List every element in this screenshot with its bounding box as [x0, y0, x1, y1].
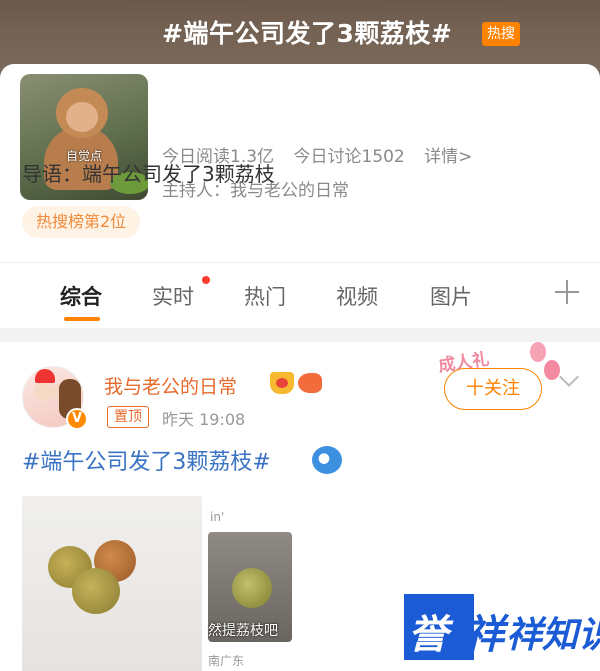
image-2-top-text: in' — [210, 510, 225, 524]
topic-intro: 导语：端午公司发了3颗荔枝 — [22, 162, 275, 186]
tab-video[interactable]: 视频 — [336, 281, 378, 311]
pinned-tag: 置顶 — [107, 406, 149, 428]
monkey-face-shape — [66, 102, 98, 132]
lychee-shape — [72, 568, 120, 614]
tab-hot[interactable]: 热门 — [244, 281, 286, 311]
post-time: 昨天 19:08 — [162, 410, 246, 429]
image-2-caption: 然提荔枝吧 — [208, 623, 278, 639]
fish-icon — [298, 373, 322, 393]
post-topic-link[interactable]: #端午公司发了3颗荔枝# — [22, 444, 271, 476]
post-location: 南广东 — [208, 654, 245, 668]
post-image-1[interactable] — [22, 496, 202, 671]
active-tab-indicator — [64, 317, 100, 321]
watermark-char-1: 誉 — [408, 612, 448, 658]
section-divider — [0, 328, 600, 342]
emoji-icon — [312, 446, 342, 474]
hot-badge: 热搜 — [482, 22, 520, 46]
tab-comprehensive[interactable]: 综合 — [60, 281, 102, 311]
details-link[interactable]: 详情> — [424, 147, 472, 167]
watermark-char-2: 祥 — [464, 612, 504, 658]
watermark-text: 祥知识 — [506, 615, 600, 656]
tab-bar: 综合 实时 热门 视频 图片 — [0, 262, 600, 328]
tab-realtime[interactable]: 实时 — [152, 281, 194, 311]
balloon-icon — [530, 342, 546, 362]
follow-button[interactable]: 十关注 — [444, 368, 542, 410]
santa-hat-shape — [35, 369, 55, 383]
crown-icon — [270, 372, 294, 394]
add-tab-icon[interactable] — [555, 280, 579, 304]
topic-title: #端午公司发了3颗荔枝# — [162, 19, 453, 48]
balloon-icon — [544, 360, 560, 380]
watermark-logo: 誉 祥 祥知识 — [404, 592, 600, 662]
post-author-name[interactable]: 我与老公的日常 — [104, 372, 237, 399]
new-content-dot — [202, 276, 210, 284]
lychee-shape — [232, 568, 272, 608]
chevron-down-icon[interactable] — [559, 367, 579, 387]
hot-rank-pill[interactable]: 热搜榜第2位 — [22, 206, 141, 238]
tab-images[interactable]: 图片 — [430, 281, 472, 311]
discussion-count: 今日讨论1502 — [293, 147, 405, 167]
verified-icon: V — [66, 408, 88, 430]
